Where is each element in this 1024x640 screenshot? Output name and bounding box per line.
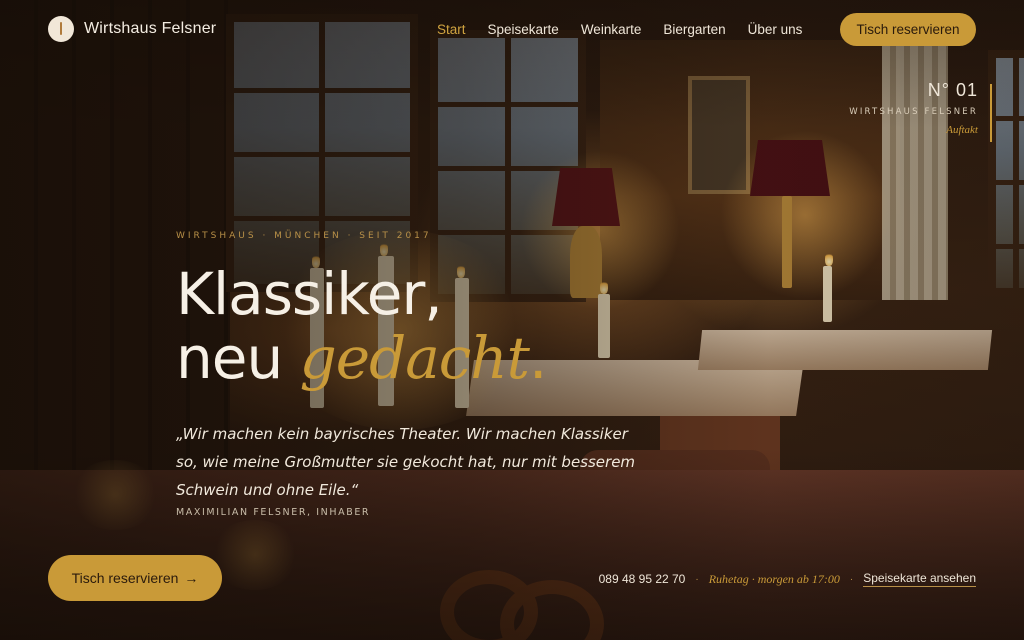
chapter-number: N° 01 xyxy=(927,80,978,100)
separator: · xyxy=(695,573,699,585)
chapter-label: N° 01 WIRTSHAUS FELSNER Auftakt xyxy=(849,80,992,142)
hero-eyebrow: WIRTSHAUS · MÜNCHEN · SEIT 2017 xyxy=(176,231,432,241)
reserve-table-label: Tisch reservieren xyxy=(71,570,179,586)
contact-info-bar: 089 48 95 22 70 · Ruhetag · morgen ab 17… xyxy=(599,571,976,587)
hero-title-accent: gedacht xyxy=(299,324,530,392)
quote-author: MAXIMILIAN FELSNER, INHABER xyxy=(176,507,371,518)
nav-item-ueber-uns[interactable]: Über uns xyxy=(748,22,803,37)
owner-quote: „Wir machen kein bayrisches Theater. Wir… xyxy=(176,425,636,499)
reserve-table-button[interactable]: Tisch reservieren → xyxy=(48,555,222,601)
hero-title: Klassiker, neu gedacht. xyxy=(176,260,547,392)
candle-logo-icon xyxy=(48,16,74,42)
opening-hours: Ruhetag · morgen ab 17:00 xyxy=(708,571,840,586)
hero-title-period: . xyxy=(528,324,547,392)
chapter-name: WIRTSHAUS FELSNER xyxy=(849,107,978,117)
brand-name: Wirtshaus Felsner xyxy=(84,20,217,37)
arrow-right-icon: → xyxy=(184,570,199,586)
nav-item-speisekarte[interactable]: Speisekarte xyxy=(488,22,559,37)
view-menu-link[interactable]: Speisekarte ansehen xyxy=(863,571,976,587)
main-navigation: Start Speisekarte Weinkarte Biergarten Ü… xyxy=(437,22,802,37)
nav-item-biergarten[interactable]: Biergarten xyxy=(663,22,725,37)
nav-item-weinkarte[interactable]: Weinkarte xyxy=(581,22,642,37)
brand-logo[interactable]: Wirtshaus Felsner xyxy=(48,16,216,42)
hero-title-plain: neu xyxy=(176,324,283,392)
chapter-divider xyxy=(990,84,992,142)
phone-number-link[interactable]: 089 48 95 22 70 xyxy=(599,572,686,586)
chapter-subtitle: Auftakt xyxy=(946,124,978,136)
hero-title-line1: Klassiker, xyxy=(176,260,443,328)
separator: · xyxy=(849,573,854,585)
nav-item-start[interactable]: Start xyxy=(437,22,466,37)
reserve-table-button-header[interactable]: Tisch reservieren xyxy=(840,13,976,46)
